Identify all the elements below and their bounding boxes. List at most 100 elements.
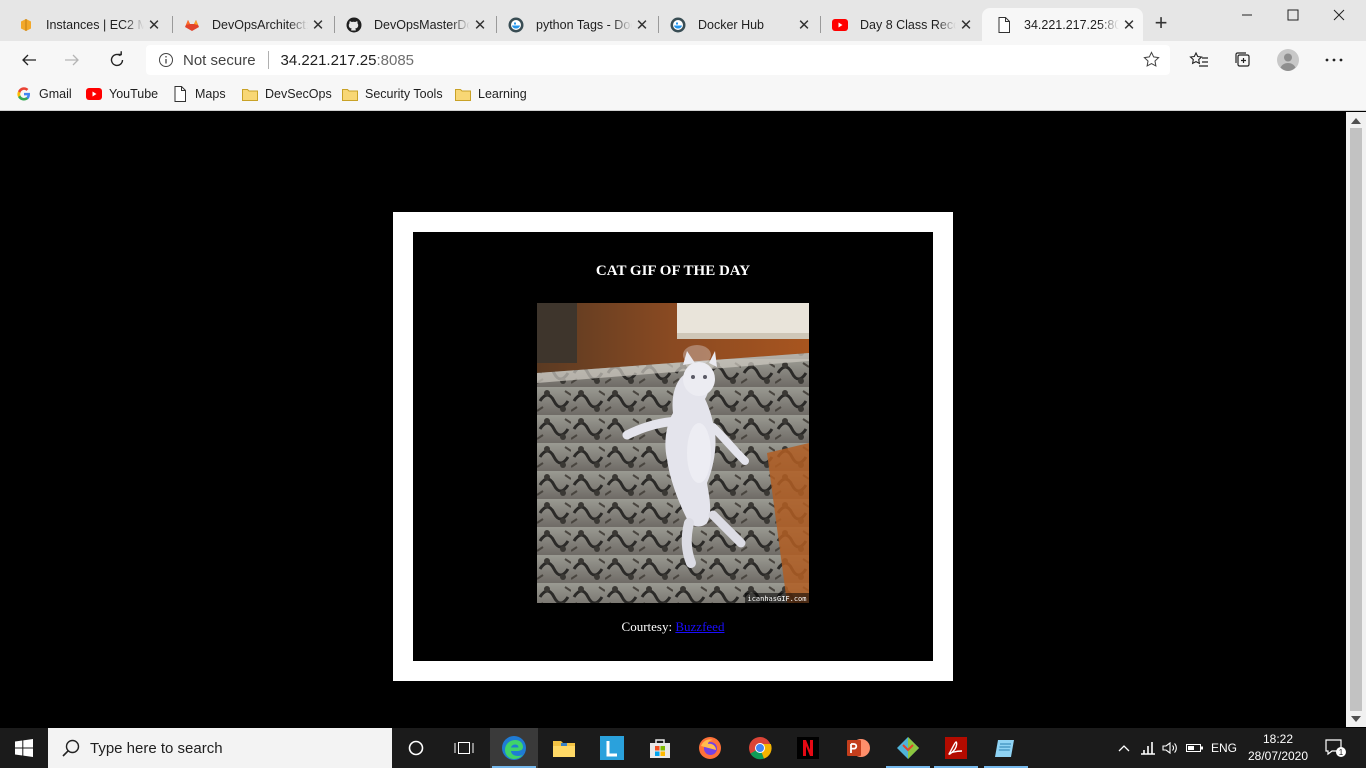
network-button[interactable] (1138, 728, 1158, 768)
forward-button[interactable] (57, 45, 87, 75)
taskbar-acrobat[interactable] (932, 728, 980, 768)
speaker-icon (1162, 741, 1177, 755)
taskbar-git[interactable] (884, 728, 932, 768)
scrollbar-thumb[interactable] (1350, 128, 1362, 711)
tab-docker-hub[interactable]: Docker Hub ✕ (656, 8, 818, 41)
close-tab-icon[interactable]: ✕ (794, 16, 814, 34)
settings-menu-button[interactable] (1319, 45, 1349, 75)
cat-gif-image: icanhasGIF.com (537, 303, 809, 603)
tab-devopsarchitect[interactable]: DevOpsArchitect: Learning ✕ (170, 8, 332, 41)
minimize-button[interactable] (1224, 0, 1270, 30)
page-icon (996, 16, 1012, 33)
image-watermark: icanhasGIF.com (747, 595, 806, 603)
avatar-icon (1277, 49, 1299, 71)
store-icon (650, 739, 670, 758)
netflix-icon (797, 737, 819, 759)
notifications-button[interactable]: 1 (1320, 728, 1350, 768)
scroll-up-arrow-icon[interactable] (1351, 118, 1361, 124)
tab-title: 34.221.217.25:8085 (1024, 17, 1119, 32)
profile-button[interactable] (1273, 45, 1303, 75)
taskbar-chrome[interactable] (736, 728, 784, 768)
notification-center-icon: 1 (1325, 739, 1346, 757)
taskbar-netflix[interactable] (784, 728, 832, 768)
bookmark-youtube[interactable]: YouTube (86, 85, 158, 103)
close-window-button[interactable] (1316, 0, 1362, 30)
tab-python-tags[interactable]: python Tags - Docker Hub ✕ (494, 8, 656, 41)
tab-devopsmasterdocs[interactable]: DevOpsMasterDocs ✕ (332, 8, 494, 41)
address-divider (267, 51, 269, 69)
maximize-button[interactable] (1270, 0, 1316, 30)
wifi-icon (1141, 742, 1155, 755)
aws-icon (18, 17, 34, 33)
task-view-icon (454, 742, 474, 754)
close-tab-icon[interactable]: ✕ (470, 16, 490, 34)
address-bar[interactable]: Not secure 34.221.217.25:8085 (146, 45, 1170, 75)
tab-day8-recording[interactable]: Day 8 Class Recording ✕ (818, 8, 980, 41)
vertical-scrollbar[interactable] (1346, 112, 1366, 727)
info-icon[interactable] (158, 52, 174, 68)
bookmark-label: Maps (195, 87, 226, 101)
collections-icon (1235, 52, 1250, 67)
folder-icon (455, 86, 471, 102)
taskbar-search-box[interactable]: Type here to search (48, 728, 392, 768)
show-hidden-icons-button[interactable] (1114, 728, 1134, 768)
close-tab-icon[interactable]: ✕ (308, 16, 328, 34)
collections-button[interactable] (1228, 45, 1258, 75)
cortana-button[interactable] (392, 728, 440, 768)
buzzfeed-link[interactable]: Buzzfeed (675, 619, 724, 634)
back-button[interactable] (14, 45, 44, 75)
page-icon (172, 86, 188, 102)
favorites-button[interactable] (1184, 45, 1214, 75)
notification-count: 1 (1339, 748, 1344, 757)
bookmark-folder-learning[interactable]: Learning (455, 85, 527, 103)
scroll-down-arrow-icon[interactable] (1351, 716, 1361, 722)
bookmark-gmail[interactable]: Gmail (16, 85, 72, 103)
edge-icon (502, 736, 526, 760)
battery-icon (1186, 744, 1203, 752)
taskbar-file-explorer[interactable] (540, 728, 588, 768)
taskbar-powerpoint[interactable] (834, 728, 882, 768)
favorite-star-icon[interactable] (1143, 51, 1160, 68)
github-icon (346, 17, 362, 33)
tab-ec2[interactable]: Instances | EC2 Management Console ✕ (4, 8, 168, 41)
more-options-icon (1325, 58, 1343, 62)
clock-date: 28/07/2020 (1247, 749, 1309, 763)
bookmark-folder-security-tools[interactable]: Security Tools (342, 85, 443, 103)
maximize-icon (1287, 9, 1299, 21)
task-view-button[interactable] (440, 728, 488, 768)
cat-gif-card: CAT GIF OF THE DAY icanhasGIF.com Courte… (393, 212, 953, 681)
security-label[interactable]: Not secure (183, 52, 256, 69)
taskbar-edge[interactable] (490, 728, 538, 768)
close-tab-icon[interactable]: ✕ (956, 16, 976, 34)
battery-button[interactable] (1184, 728, 1206, 768)
bookmark-maps[interactable]: Maps (172, 85, 226, 103)
taskbar-store[interactable] (636, 728, 684, 768)
youtube-icon (86, 86, 102, 102)
google-icon (16, 86, 32, 102)
start-button[interactable] (0, 728, 48, 768)
git-icon (897, 737, 919, 759)
back-arrow-icon (22, 54, 36, 66)
taskbar-l-app[interactable] (588, 728, 636, 768)
page-title: CAT GIF OF THE DAY (595, 263, 751, 279)
language-indicator[interactable]: ENG (1210, 728, 1238, 768)
search-icon (62, 739, 80, 757)
cortana-icon (408, 740, 424, 756)
courtesy-line: Courtesy: Buzzfeed (413, 619, 933, 635)
refresh-button[interactable] (102, 45, 132, 75)
chevron-up-icon (1118, 745, 1130, 752)
taskbar-notepad[interactable] (982, 728, 1030, 768)
volume-button[interactable] (1160, 728, 1180, 768)
close-tab-icon[interactable]: ✕ (144, 16, 164, 34)
url-port[interactable]: :8085 (376, 52, 414, 69)
tab-title: Docker Hub (698, 17, 764, 32)
url-host[interactable]: 34.221.217.25 (281, 52, 377, 69)
close-tab-icon[interactable]: ✕ (632, 16, 652, 34)
new-tab-button[interactable]: + (1149, 12, 1173, 36)
bookmark-label: YouTube (109, 87, 159, 101)
close-tab-icon[interactable]: ✕ (1119, 16, 1139, 34)
taskbar-clock[interactable]: 18:22 28/07/2020 (1238, 731, 1318, 765)
bookmark-folder-devsecops[interactable]: DevSecOps (242, 85, 332, 103)
taskbar-firefox[interactable] (686, 728, 734, 768)
tab-active-page[interactable]: 34.221.217.25:8085 ✕ (982, 8, 1143, 41)
